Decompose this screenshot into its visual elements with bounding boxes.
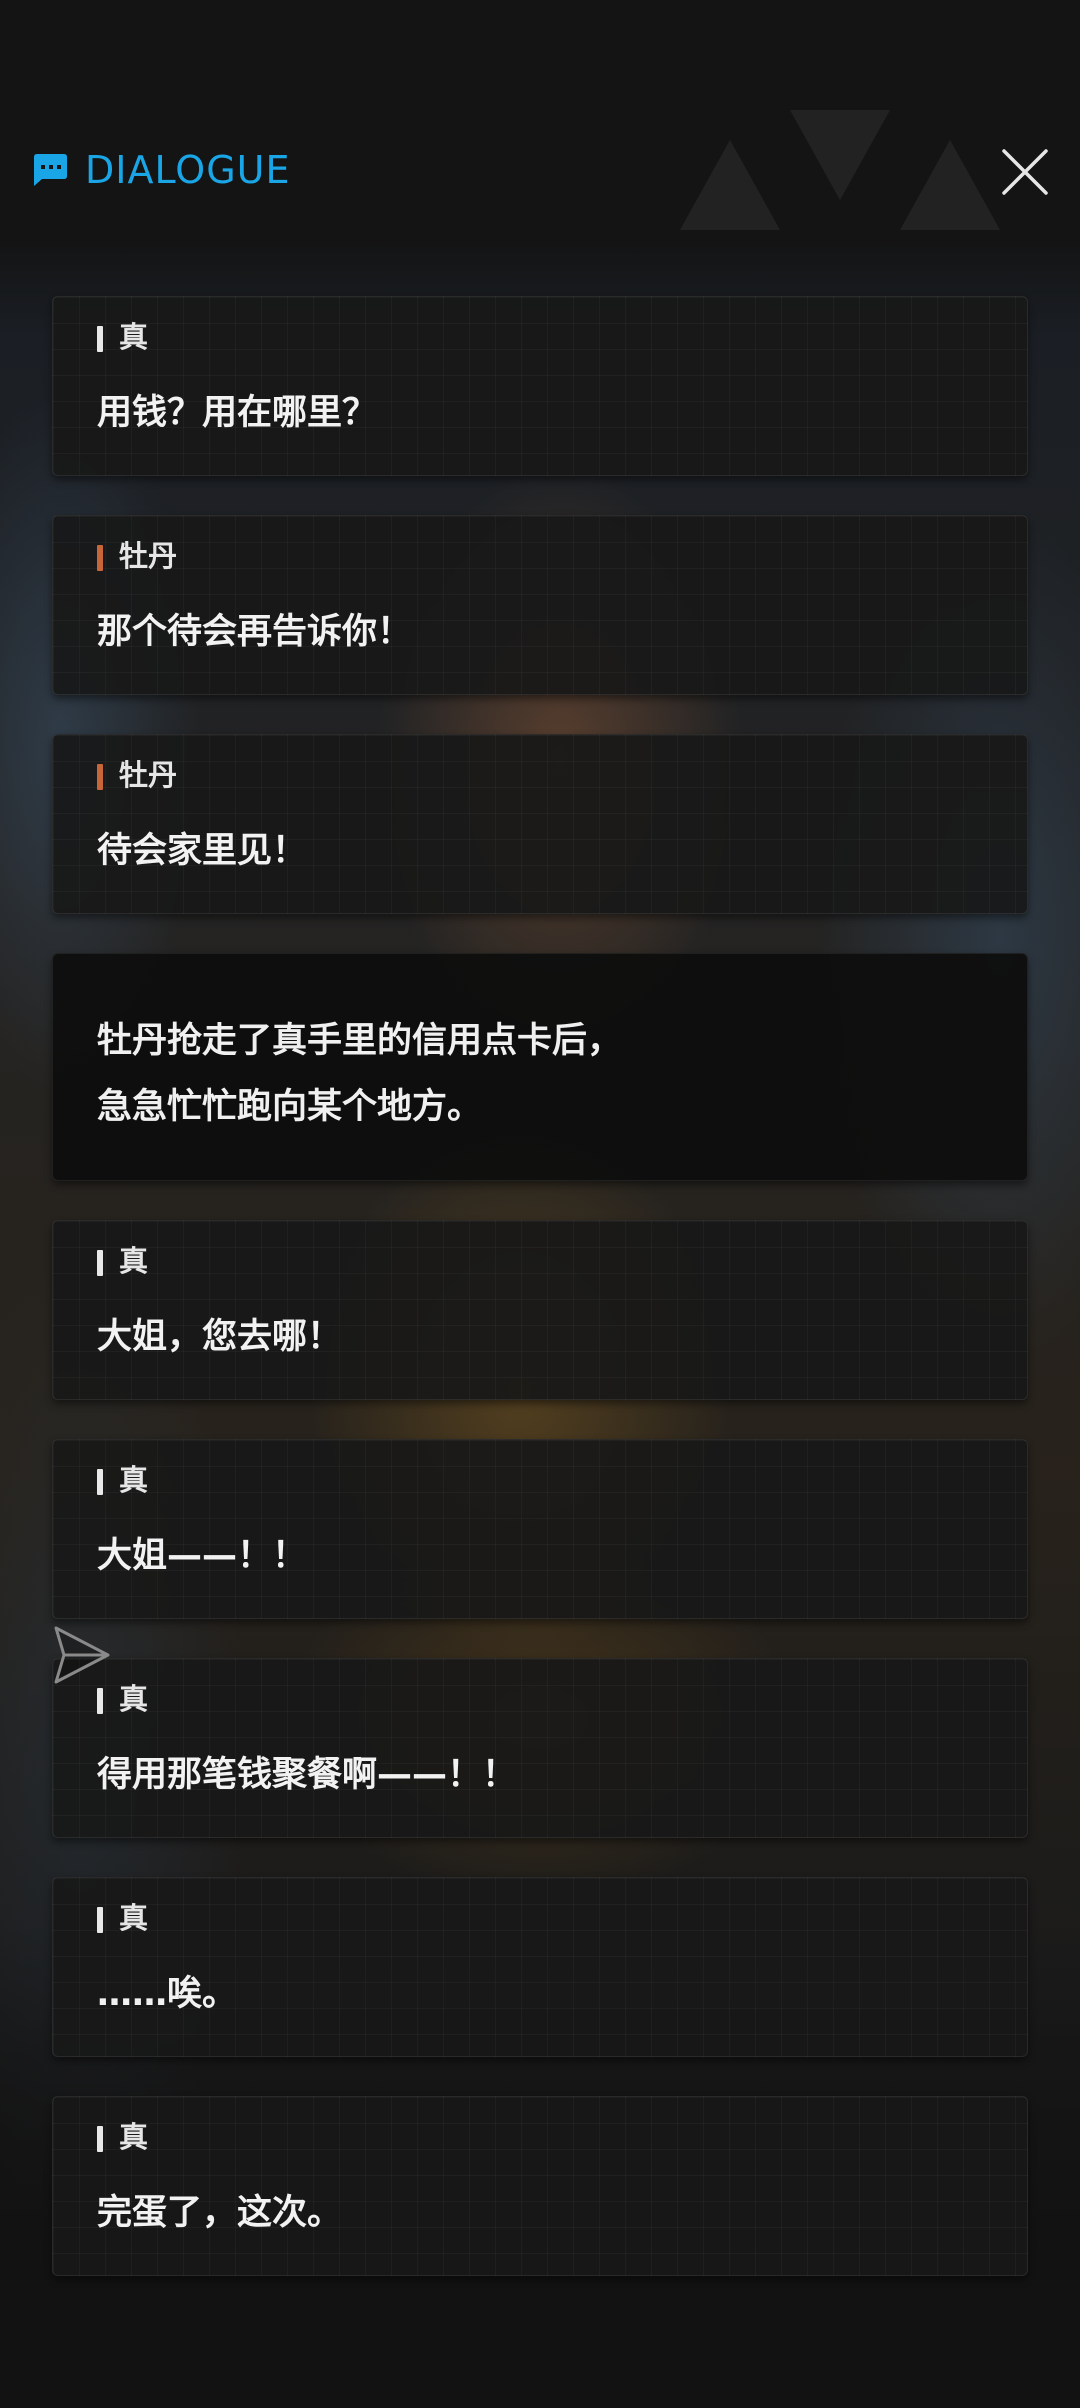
send-icon: [54, 1626, 110, 1684]
dialogue-entry: 真 用钱？用在哪里？: [52, 296, 1028, 476]
dialogue-entry: 牡丹 待会家里见！: [52, 734, 1028, 914]
dialogue-entry: 真 ……唉。: [52, 1877, 1028, 2057]
speaker-marker: [97, 545, 103, 571]
dialogue-text: 用钱？用在哪里？: [97, 393, 378, 433]
speaker-name: 真: [119, 1901, 149, 1935]
speaker-name: 真: [119, 320, 149, 354]
dialogue-text: 那个待会再告诉你！: [97, 612, 413, 652]
dialogue-text: 得用那笔钱聚餐啊——！！: [97, 1755, 518, 1795]
dialogue-log-list[interactable]: 真 用钱？用在哪里？ 牡丹 那个待会再告诉你！ 牡丹 待会家里见！ 牡丹抢走了真…: [52, 296, 1028, 2315]
dialogue-entry: 牡丹 那个待会再告诉你！: [52, 515, 1028, 695]
speaker-name: 牡丹: [119, 758, 178, 792]
dialogue-entry: 真 得用那笔钱聚餐啊——！！: [52, 1658, 1028, 1838]
dialogue-text: 待会家里见！: [97, 831, 308, 871]
speaker-name: 牡丹: [119, 539, 178, 573]
speaker-marker: [97, 1250, 103, 1276]
speaker-marker: [97, 326, 103, 352]
dialogue-title: DIALOGUE: [85, 148, 291, 192]
dialogue-entry: 真 完蛋了，这次。: [52, 2096, 1028, 2276]
dialogue-entry: 真 大姐——！！: [52, 1439, 1028, 1619]
speaker-name: 真: [119, 1682, 149, 1716]
close-icon: [1002, 149, 1048, 195]
dialogue-header: DIALOGUE: [30, 140, 1050, 200]
dialogue-text: 大姐，您去哪！: [97, 1317, 343, 1357]
speaker-marker: [97, 1907, 103, 1933]
speaker-name: 真: [119, 1244, 149, 1278]
dialogue-text: 大姐——！！: [97, 1536, 308, 1576]
narration-text: 牡丹抢走了真手里的信用点卡后， 急急忙忙跑向某个地方。: [97, 1008, 622, 1140]
dialogue-text: 完蛋了，这次。: [97, 2193, 343, 2233]
speaker-marker: [97, 1688, 103, 1714]
send-button[interactable]: [52, 1624, 112, 1686]
speaker-marker: [97, 1469, 103, 1495]
narration-line: 牡丹抢走了真手里的信用点卡后，: [97, 1021, 623, 1061]
narration-entry: 牡丹抢走了真手里的信用点卡后， 急急忙忙跑向某个地方。: [52, 953, 1028, 1181]
dialogue-screen: DIALOGUE 真 用钱？用在哪里？ 牡丹 那个待会再告诉你！ 牡丹 待会家里…: [0, 0, 1080, 2408]
speaker-name: 真: [119, 2120, 149, 2154]
speaker-marker: [97, 764, 103, 790]
close-button[interactable]: [990, 140, 1050, 200]
chat-bubble-icon: [34, 154, 67, 186]
dialogue-entry: 真 大姐，您去哪！: [52, 1220, 1028, 1400]
narration-line: 急急忙忙跑向某个地方。: [97, 1087, 483, 1127]
dialogue-text: ……唉。: [97, 1974, 238, 2014]
speaker-name: 真: [119, 1463, 149, 1497]
speaker-marker: [97, 2126, 103, 2152]
